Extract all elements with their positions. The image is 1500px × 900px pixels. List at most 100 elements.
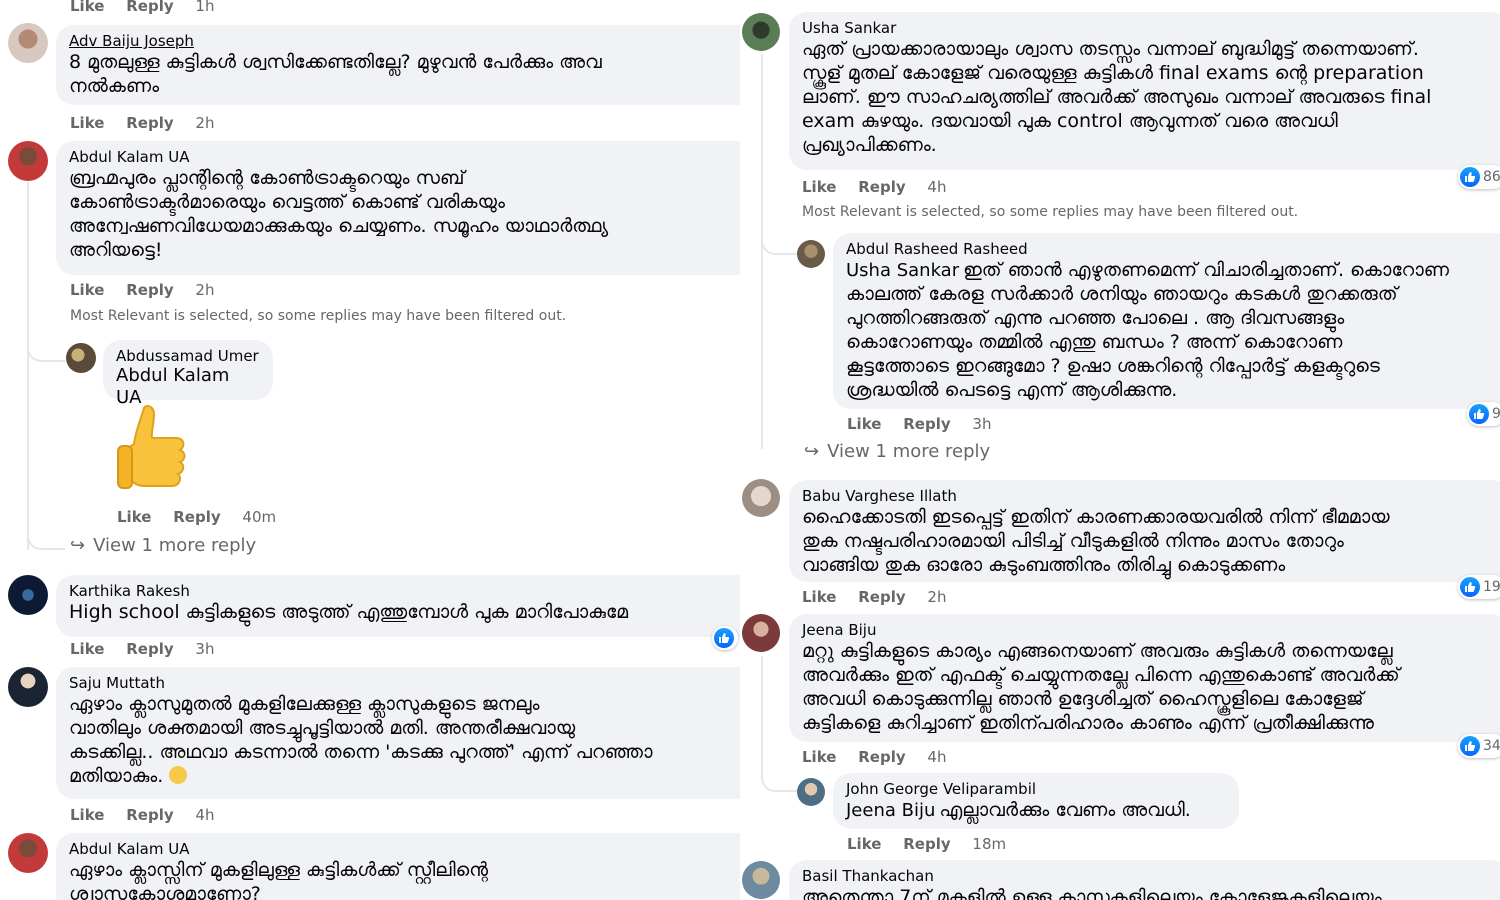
reply-time: 3h xyxy=(972,415,992,433)
avatar[interactable] xyxy=(8,833,48,873)
reply-actions: Like Reply 3h xyxy=(847,415,1008,433)
avatar[interactable] xyxy=(797,778,825,806)
reply-author[interactable]: John George Veliparambil xyxy=(846,780,1226,798)
like-button[interactable]: Like xyxy=(70,281,104,299)
reply-tag[interactable]: Abdul Kalam UA xyxy=(116,365,256,409)
avatar[interactable] xyxy=(742,13,780,51)
reaction-count: 34 xyxy=(1483,738,1500,754)
comment-bubble: Usha Sankar ഏത് പ്രായക്കാരായാലും ശ്വാസ ത… xyxy=(789,12,1500,170)
reply-button[interactable]: Reply xyxy=(858,178,905,196)
avatar[interactable] xyxy=(742,479,780,517)
reply-text-line: കൂട്ടത്തോടെ ഇറങ്ങുമോ ? ഉഷാ ശങ്കറിന്റെ റി… xyxy=(846,355,1380,377)
reply-button[interactable]: Reply xyxy=(126,640,173,658)
reply-tag[interactable]: Usha Sankar xyxy=(846,260,959,281)
comment-text-line: ഏഴാം ക്ലാസ്സിന് മുകളിലുള്ള കുട്ടികൾക്ക് … xyxy=(69,859,489,881)
view-more-replies[interactable]: ↪ View 1 more reply xyxy=(804,441,990,462)
view-more-replies[interactable]: ↪ View 1 more reply xyxy=(70,535,256,556)
avatar[interactable] xyxy=(8,141,48,181)
thread-line xyxy=(27,182,29,550)
comment-author[interactable]: Saju Muttath xyxy=(69,674,740,692)
comment-text-line: സ്കൂള് മുതല് കോളേജ് വരെയുള്ള കുട്ടികൾ fi… xyxy=(802,62,1424,84)
comment-text-line: ശ്വാസകോശമാണോ? xyxy=(69,883,261,900)
reaction-count: 86 xyxy=(1483,169,1500,185)
like-button[interactable]: Like xyxy=(847,835,881,853)
reply-button[interactable]: Reply xyxy=(126,114,173,132)
comment-text-line: കടക്കില്ല.. അഥവാ കടന്നാൽ തന്നെ 'കടക്കു പ… xyxy=(69,741,653,763)
reply-button[interactable]: Reply xyxy=(126,0,173,15)
comment-author[interactable]: Basil Thankachan xyxy=(802,867,1496,885)
like-button[interactable]: Like xyxy=(802,748,836,766)
like-button[interactable]: Like xyxy=(802,178,836,196)
view-more-label[interactable]: View 1 more reply xyxy=(93,535,256,556)
comment-text-line: കുട്ടികളെ കുറിച്ചാണ് ഇതിന്പരിഹാരം കാണും … xyxy=(802,712,1374,734)
reply-actions: Like Reply 18m xyxy=(847,835,1023,853)
reply-bubble: John George Veliparambil Jeena Biju എല്ലാ… xyxy=(833,773,1239,829)
filter-note: Most Relevant is selected, so some repli… xyxy=(70,308,567,324)
comment-time: 1h xyxy=(195,0,215,15)
comment-author[interactable]: Abdul Kalam UA xyxy=(69,840,740,858)
like-button[interactable]: Like xyxy=(70,806,104,824)
comment-text-line: ബ്രഹ്മപുരം പ്ലാന്റിന്റെ കോൺട്രാക്ടറെയും … xyxy=(69,167,465,189)
reaction-badge[interactable]: 9 xyxy=(1467,402,1500,426)
like-button[interactable]: Like xyxy=(802,588,836,606)
reply-author[interactable]: Abdussamad Umer xyxy=(116,347,260,365)
reply-text-line: കൊറോണയും തമ്മിൽ എന്തു ബന്ധം ? അന്ന് കൊറോ… xyxy=(846,331,1343,353)
avatar[interactable] xyxy=(8,23,48,63)
reaction-badge[interactable]: 34 xyxy=(1458,734,1500,758)
smile-emoji-icon xyxy=(169,766,188,784)
comment-text-line: High school കുട്ടികളുടെ അടുത്ത് എത്തുമ്പ… xyxy=(69,601,629,623)
reply-button[interactable]: Reply xyxy=(173,508,220,526)
comment-author[interactable]: Abdul Kalam UA xyxy=(69,148,740,166)
reply-bubble: Abdul Rasheed Rasheed Usha Sankar ഇത് ഞാൻ… xyxy=(833,233,1500,409)
avatar[interactable] xyxy=(797,240,825,268)
avatar[interactable] xyxy=(742,614,780,652)
reaction-badge[interactable]: 19 xyxy=(1458,575,1500,599)
reply-author[interactable]: Abdul Rasheed Rasheed xyxy=(846,240,1500,258)
avatar[interactable] xyxy=(66,343,96,373)
comment-text-line: ഹൈക്കോടതി ഇടപ്പെട്ട് ഇതിന് കാരണക്കാരയവരി… xyxy=(802,506,1390,528)
comment-bubble: Adv Baiju Joseph 8 മുതലുള്ള കുട്ടികൾ ശ്വ… xyxy=(56,25,740,105)
reply-button[interactable]: Reply xyxy=(126,806,173,824)
reply-button[interactable]: Reply xyxy=(903,415,950,433)
reply-button[interactable]: Reply xyxy=(903,835,950,853)
comment-author[interactable]: Adv Baiju Joseph xyxy=(69,32,740,50)
comment-time: 4h xyxy=(195,806,215,824)
comment-actions: Like Reply 2h xyxy=(802,588,963,606)
comment-actions: Like Reply 4h xyxy=(802,748,963,766)
comment-author[interactable]: Jeena Biju xyxy=(802,621,1496,639)
comment-text-line: അവർക്കും ഇത് എഫക്ട് ചെയ്യുന്നതല്ലേ പിന്ന… xyxy=(802,664,1400,686)
avatar[interactable] xyxy=(8,575,48,615)
reply-bubble: Abdussamad Umer Abdul Kalam UA xyxy=(103,340,273,408)
comment-author[interactable]: Usha Sankar xyxy=(802,19,1496,37)
thread-connector xyxy=(27,330,65,362)
comment-text-line: നൽകണം xyxy=(69,75,160,97)
reply-button[interactable]: Reply xyxy=(126,281,173,299)
like-button[interactable]: Like xyxy=(847,415,881,433)
reaction-count: 19 xyxy=(1483,579,1500,595)
reply-tag[interactable]: Jeena Biju xyxy=(846,800,935,821)
comment-text-line: മതിയാകും. xyxy=(69,764,740,788)
like-button[interactable]: Like xyxy=(70,640,104,658)
reaction-badge[interactable] xyxy=(712,626,738,650)
comment-author[interactable]: Babu Varghese Illath xyxy=(802,487,1496,505)
avatar[interactable] xyxy=(742,861,780,899)
avatar[interactable] xyxy=(8,667,48,707)
comment-text-line: തുക നഷ്ടപരിഹാരമായി പിടിച്ച് വീടുകളിൽ നിന… xyxy=(802,530,1344,552)
comment-actions: Like Reply 4h xyxy=(70,806,231,824)
comment-author[interactable]: Karthika Rakesh xyxy=(69,582,740,600)
like-button[interactable]: Like xyxy=(70,0,104,15)
comment-text-line: ലാണ്. ഈ സാഹചര്യത്തില് അവർക്ക് അസുഖം വന്ന… xyxy=(802,86,1432,108)
comment-time: 2h xyxy=(927,588,947,606)
reply-button[interactable]: Reply xyxy=(858,588,905,606)
reaction-badge[interactable]: 86 xyxy=(1458,165,1500,189)
view-more-label[interactable]: View 1 more reply xyxy=(827,441,990,462)
thread-connector xyxy=(761,765,798,792)
like-button[interactable]: Like xyxy=(70,114,104,132)
thumbs-up-icon xyxy=(1460,577,1480,597)
reply-button[interactable]: Reply xyxy=(858,748,905,766)
comment-time: 4h xyxy=(927,748,947,766)
reply-arrow-icon: ↪ xyxy=(70,535,86,556)
comment-actions: Like Reply 2h xyxy=(70,114,231,132)
like-button[interactable]: Like xyxy=(117,508,151,526)
comment-actions: Like Reply 1h xyxy=(70,0,231,15)
